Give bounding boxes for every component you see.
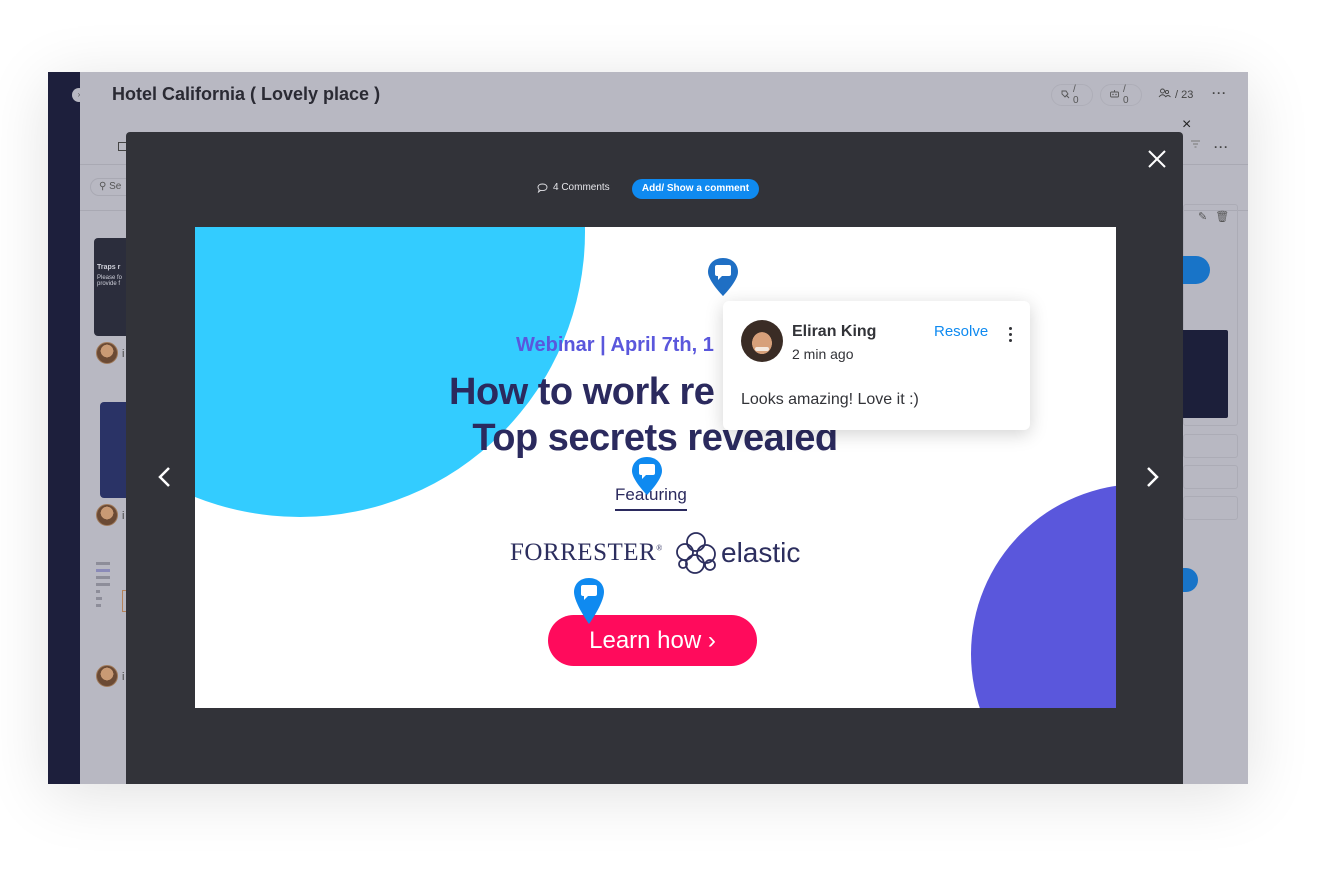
resolve-button[interactable]: Resolve bbox=[934, 323, 988, 340]
board-title: Hotel California ( Lovely place ) bbox=[112, 84, 381, 104]
members-count: / 23 bbox=[1175, 88, 1194, 101]
registered-mark: ® bbox=[656, 543, 663, 553]
next-button[interactable] bbox=[1137, 457, 1167, 497]
members-button[interactable]: / 23 bbox=[1158, 88, 1193, 101]
comments-count[interactable]: 4 Comments bbox=[537, 182, 610, 193]
search-icon: ⚲ bbox=[99, 181, 107, 192]
elastic-logo: elastic bbox=[673, 530, 800, 576]
comment-pin-icon bbox=[574, 578, 604, 624]
panel-row bbox=[1183, 496, 1238, 520]
avatar bbox=[96, 665, 118, 687]
comment-popover: Eliran King 2 min ago Resolve Looks amaz… bbox=[723, 301, 1030, 430]
chevron-left-icon bbox=[158, 467, 170, 487]
edit-icon[interactable]: ✎ bbox=[1198, 210, 1207, 223]
update-author: i bbox=[122, 348, 125, 360]
left-rail bbox=[48, 72, 80, 784]
chevron-right-icon bbox=[1147, 467, 1159, 487]
forrester-logo-text: FORRESTER bbox=[510, 539, 657, 566]
board-more-icon[interactable]: ··· bbox=[1212, 86, 1227, 100]
close-viewer-button[interactable] bbox=[1146, 148, 1168, 170]
previous-button[interactable] bbox=[150, 457, 180, 497]
commenter-avatar bbox=[741, 320, 783, 362]
integrations-badge[interactable]: / 0 bbox=[1051, 84, 1093, 106]
elastic-logo-text: elastic bbox=[721, 537, 801, 568]
comment-icon bbox=[537, 183, 548, 193]
integrations-icon bbox=[1060, 89, 1070, 102]
close-icon bbox=[1148, 150, 1166, 168]
forrester-logo: FORRESTER® bbox=[510, 539, 663, 567]
comment-pin-icon bbox=[632, 457, 662, 495]
members-icon bbox=[1158, 88, 1171, 101]
elastic-logo-icon bbox=[676, 532, 716, 574]
comment-body: Looks amazing! Love it :) bbox=[741, 391, 919, 408]
item-panel-actions: ✎ 🗑︎ bbox=[1198, 210, 1229, 223]
filter-icon[interactable] bbox=[1191, 140, 1200, 151]
close-panel-icon[interactable]: × bbox=[1182, 116, 1191, 134]
panel-row bbox=[1183, 465, 1238, 489]
slide-kicker: Webinar | April 7th, 1 bbox=[516, 334, 714, 356]
update-author: i bbox=[122, 671, 125, 683]
search-placeholder: Se bbox=[109, 181, 122, 192]
comment-pin[interactable] bbox=[571, 576, 607, 624]
automations-badge[interactable]: / 0 bbox=[1100, 84, 1142, 106]
view-more-icon[interactable]: ··· bbox=[1214, 140, 1229, 154]
comment-pin-icon bbox=[708, 258, 738, 296]
more-options-icon[interactable] bbox=[1005, 324, 1015, 344]
decorative-circle bbox=[971, 484, 1116, 708]
avatar bbox=[96, 504, 118, 526]
comment-pin[interactable] bbox=[629, 455, 665, 499]
integrations-count: / 0 bbox=[1073, 84, 1079, 106]
avatar bbox=[96, 342, 118, 364]
automations-count: / 0 bbox=[1123, 84, 1129, 106]
add-comment-button[interactable]: Add/ Show a comment bbox=[632, 179, 759, 199]
comments-count-label: 4 Comments bbox=[553, 182, 610, 193]
commenter-name: Eliran King bbox=[792, 323, 877, 340]
automations-icon bbox=[1109, 89, 1120, 102]
collapse-sidebar-button[interactable]: › bbox=[72, 88, 86, 102]
panel-row bbox=[1183, 434, 1238, 458]
update-author: i bbox=[122, 510, 125, 522]
comment-pin-active[interactable] bbox=[705, 256, 741, 300]
comment-timestamp: 2 min ago bbox=[792, 346, 854, 362]
trash-icon[interactable]: 🗑︎ bbox=[1215, 210, 1229, 223]
